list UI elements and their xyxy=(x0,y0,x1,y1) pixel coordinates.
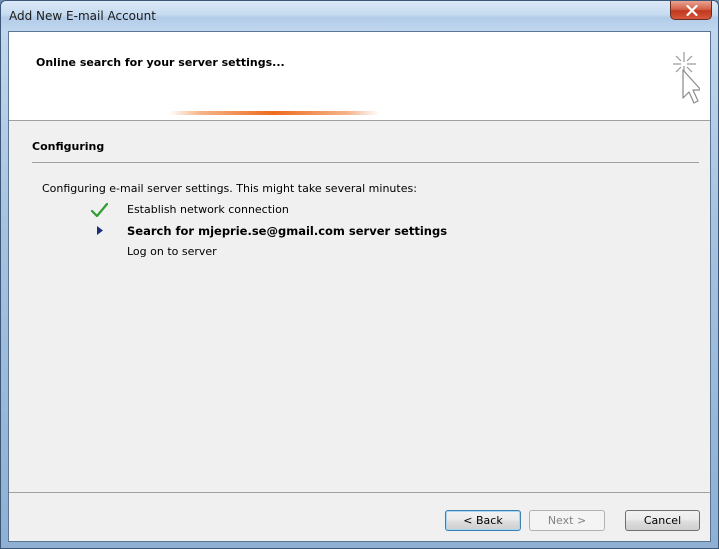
arrow-right-icon xyxy=(97,226,103,235)
step-search-server-settings: Search for mjeprie.se@gmail.com server s… xyxy=(127,224,448,238)
wizard-cursor-icon xyxy=(673,52,700,104)
title-bar[interactable]: Add New E-mail Account xyxy=(1,1,718,31)
back-button[interactable]: < Back xyxy=(445,510,521,531)
dialog-client-area: Online search for your server settings..… xyxy=(8,31,711,542)
footer-divider xyxy=(9,492,710,493)
step-log-on-to-server: Log on to server xyxy=(127,245,217,258)
search-progress-indicator xyxy=(169,111,379,115)
intro-text: Configuring e-mail server settings. This… xyxy=(42,182,417,195)
section-title: Configuring xyxy=(32,140,105,153)
close-icon xyxy=(686,5,698,16)
window-title: Add New E-mail Account xyxy=(9,9,156,23)
close-button[interactable] xyxy=(670,1,712,20)
section-divider xyxy=(32,162,699,163)
next-button[interactable]: Next > xyxy=(529,510,605,531)
cancel-button[interactable]: Cancel xyxy=(625,510,700,531)
add-email-account-window: Add New E-mail Account Online search for… xyxy=(0,0,719,549)
checkmark-icon xyxy=(91,203,108,218)
header-panel: Online search for your server settings..… xyxy=(9,32,710,121)
header-title: Online search for your server settings..… xyxy=(36,56,285,69)
step-establish-connection: Establish network connection xyxy=(127,203,289,216)
